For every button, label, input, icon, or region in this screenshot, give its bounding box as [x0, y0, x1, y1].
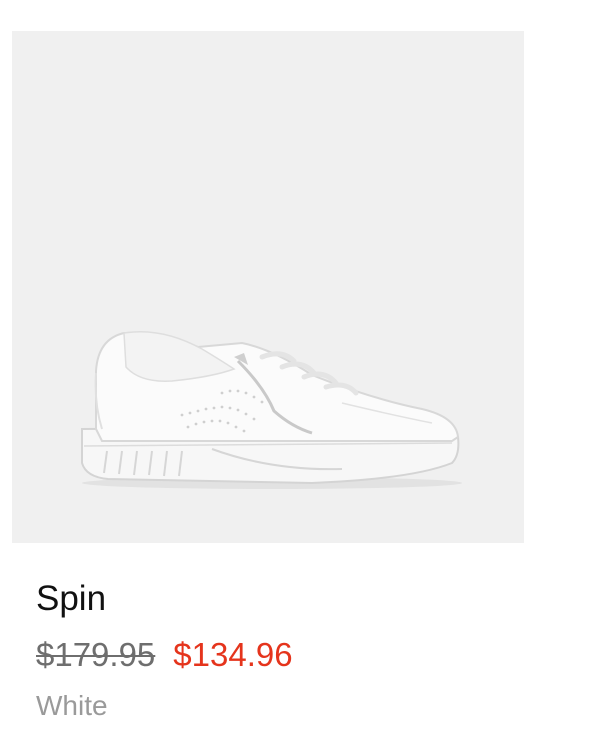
sale-price: $134.96 [173, 636, 293, 673]
color-label: White [36, 690, 108, 721]
product-name[interactable]: Spin [36, 577, 106, 621]
product-image[interactable] [12, 31, 524, 543]
price-row: $179.95 $134.96 [36, 633, 293, 677]
product-card[interactable]: Spin $179.95 $134.96 White [0, 0, 600, 746]
sneaker-illustration [81, 330, 462, 489]
original-price: $179.95 [36, 636, 156, 673]
